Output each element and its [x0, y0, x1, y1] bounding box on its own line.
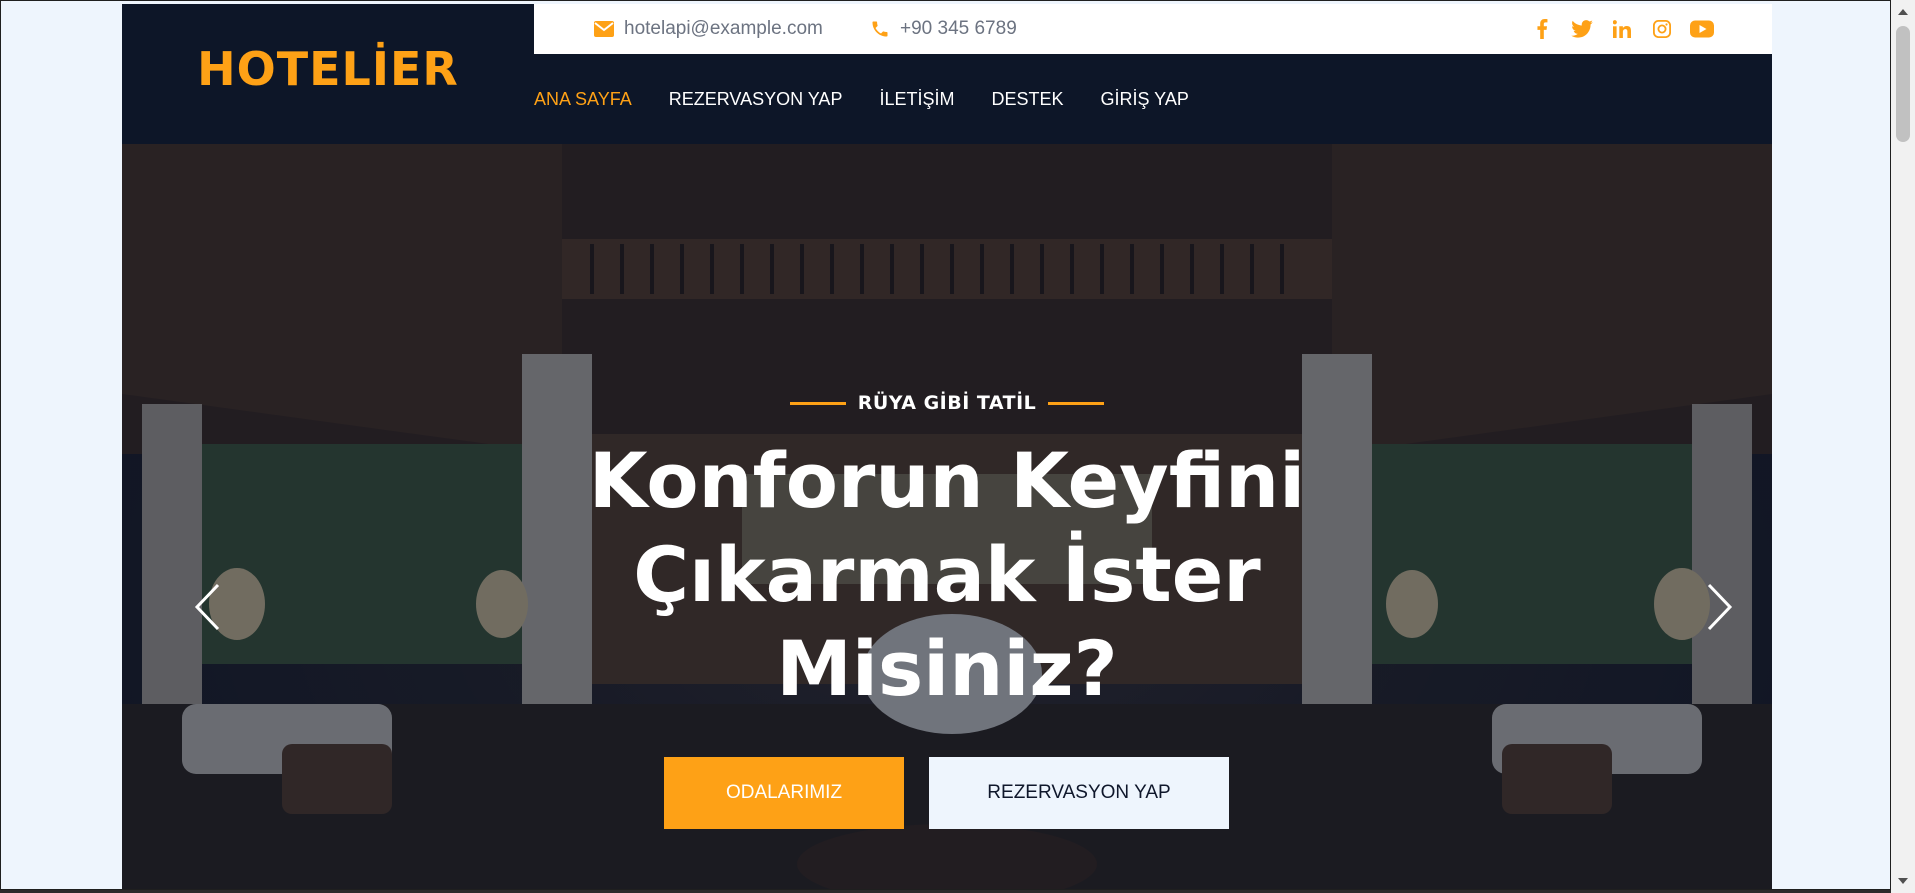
- instagram-icon[interactable]: [1650, 17, 1674, 41]
- nav-item-ana-sayfa[interactable]: ANA SAYFA: [534, 89, 632, 110]
- nav-item-destek[interactable]: DESTEK: [991, 89, 1063, 110]
- book-now-button[interactable]: REZERVASYON YAP: [929, 757, 1229, 829]
- facebook-icon[interactable]: [1530, 17, 1554, 41]
- hero-headline: Konforun Keyfini Çıkarmak İster Misiniz?: [122, 434, 1772, 716]
- headline-line-1: Konforun Keyfini: [588, 436, 1306, 525]
- headline-line-2: Çıkarmak İster: [633, 530, 1261, 619]
- scroll-up-arrow-icon[interactable]: [1891, 2, 1915, 22]
- phone-icon: [870, 19, 890, 39]
- tagline-line-right: [1048, 401, 1105, 405]
- tagline-text: RÜYA GİBİ TATİL: [857, 392, 1037, 414]
- nav-item-rezervasyon-yap[interactable]: REZERVASYON YAP: [669, 89, 843, 110]
- page-container: HOTELİER hotelapi@example.com +90 345 67…: [122, 4, 1772, 889]
- brand-logo[interactable]: HOTELİER: [122, 4, 534, 144]
- top-contact-bar: hotelapi@example.com +90 345 6789: [534, 4, 1772, 54]
- rooms-button[interactable]: ODALARIMIZ: [664, 757, 904, 829]
- hero-carousel: RÜYA GİBİ TATİL Konforun Keyfini Çıkarma…: [122, 144, 1772, 889]
- vertical-scrollbar[interactable]: [1891, 0, 1915, 893]
- email-text: hotelapi@example.com: [624, 18, 823, 39]
- scrollbar-thumb[interactable]: [1896, 26, 1910, 142]
- phone-contact[interactable]: +90 345 6789: [870, 4, 1017, 54]
- main-navigation: ANA SAYFA REZERVASYON YAP İLETİŞİM DESTE…: [534, 54, 1226, 144]
- nav-item-iletisim[interactable]: İLETİŞİM: [879, 89, 954, 110]
- browser-viewport: HOTELİER hotelapi@example.com +90 345 67…: [0, 0, 1891, 890]
- tagline-line-left: [789, 401, 846, 405]
- chevron-right-icon: [1705, 582, 1735, 637]
- carousel-prev-button[interactable]: [177, 569, 237, 649]
- brand-name: HOTELİER: [197, 42, 459, 96]
- phone-text: +90 345 6789: [900, 18, 1017, 39]
- envelope-icon: [594, 21, 614, 37]
- carousel-next-button[interactable]: [1690, 569, 1750, 649]
- scroll-down-arrow-icon[interactable]: [1891, 871, 1915, 891]
- email-contact[interactable]: hotelapi@example.com: [594, 4, 823, 54]
- linkedin-icon[interactable]: [1610, 17, 1634, 41]
- youtube-icon[interactable]: [1690, 17, 1714, 41]
- headline-line-3: Misiniz?: [776, 624, 1118, 713]
- nav-item-giris-yap[interactable]: GİRİŞ YAP: [1101, 89, 1189, 110]
- chevron-left-icon: [192, 582, 222, 637]
- social-links: [1530, 4, 1714, 54]
- hero-tagline: RÜYA GİBİ TATİL: [122, 392, 1772, 414]
- twitter-icon[interactable]: [1570, 17, 1594, 41]
